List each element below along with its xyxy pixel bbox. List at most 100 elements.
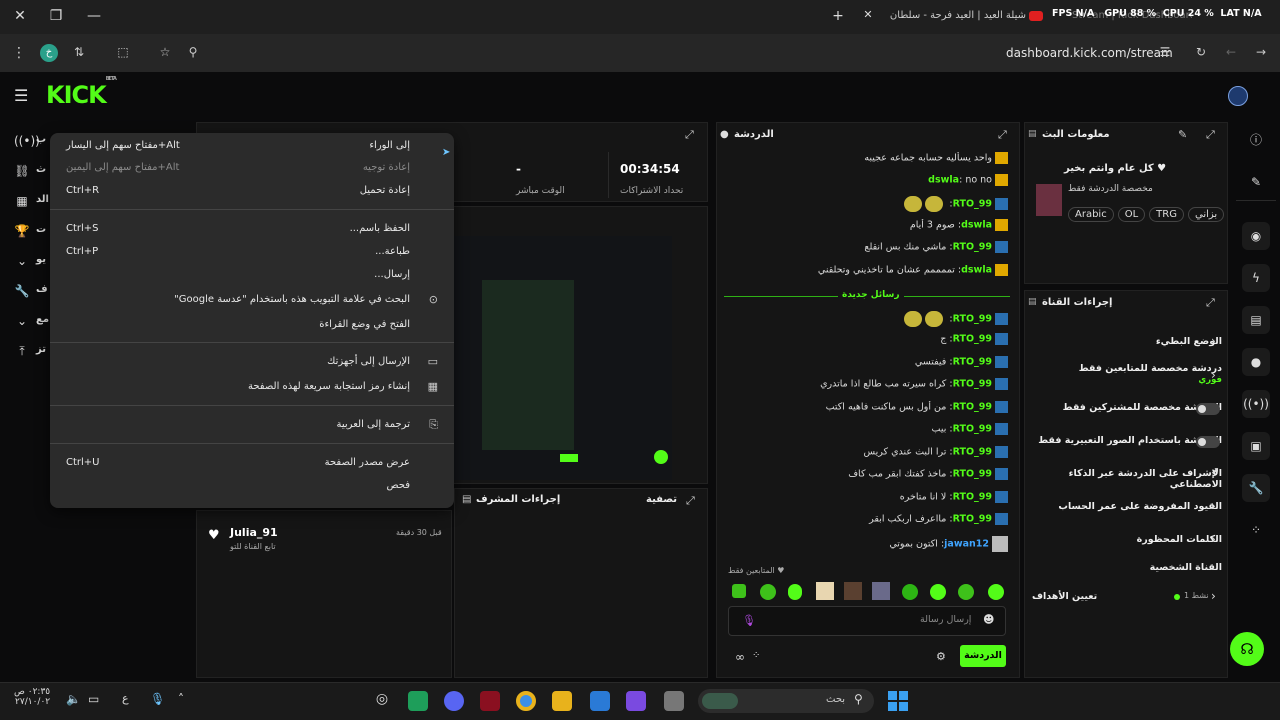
emote-icon[interactable] <box>760 584 776 600</box>
menu-item-inspect[interactable]: فحص <box>50 476 454 498</box>
chevron-right-icon[interactable]: › <box>1211 532 1216 546</box>
menu-item-qr-code[interactable]: ▦ إنشاء رمز استجابة سريعة لهذه الصفحة <box>50 377 454 399</box>
pencil-icon[interactable]: ✎ <box>1242 168 1270 196</box>
minimize-icon[interactable]: — <box>84 8 104 26</box>
emote-icon[interactable] <box>732 584 746 598</box>
settings-gear-icon[interactable]: ⚙ <box>936 650 946 663</box>
rail-label[interactable]: تز <box>36 344 46 355</box>
layout-icon[interactable]: ▣ <box>1242 432 1270 460</box>
chat-username[interactable]: RTO_99 <box>953 357 992 368</box>
chat-username[interactable]: jawan12 <box>944 539 989 550</box>
tag-chip[interactable]: Arabic <box>1068 207 1114 222</box>
zoom-lens-icon[interactable]: ⚲ <box>184 45 202 63</box>
kick-logo[interactable]: KICKBETA <box>46 76 117 109</box>
network-icon[interactable]: ▭ <box>88 692 99 706</box>
menu-item-cast[interactable]: إرسال... <box>50 265 454 287</box>
points-icon[interactable]: ⁘ <box>752 650 760 661</box>
chevron-right-icon[interactable]: › <box>1211 334 1216 348</box>
back-icon[interactable]: → <box>1252 45 1270 63</box>
filter-button[interactable]: تصفية <box>646 494 677 505</box>
broadcast-icon[interactable]: ((•)) <box>1242 390 1270 418</box>
followers-only-row[interactable]: دردشة مخصصة للمتابعين فقط فوري <box>1032 363 1222 385</box>
chat-username[interactable]: RTO_99 <box>953 469 992 480</box>
menu-item-reload[interactable]: إعادة تحميل Ctrl+R <box>50 181 454 203</box>
tab-youtube[interactable]: شيلة العيد | العيد فرحة - سلطان <box>886 10 1026 36</box>
analytics-icon[interactable]: ▦ <box>14 194 30 210</box>
app-red-icon[interactable] <box>480 691 500 711</box>
store-icon[interactable] <box>590 691 610 711</box>
menu-item-forward[interactable]: إعادة توجيه مفتاح سهم إلى اليمين+Alt <box>50 158 454 180</box>
rail-label[interactable]: ث <box>36 164 46 175</box>
file-explorer-icon[interactable] <box>552 691 572 711</box>
emote-icon[interactable] <box>844 582 862 600</box>
chevron-right-icon[interactable]: › <box>1211 368 1216 382</box>
menu-item-print[interactable]: طباعة... Ctrl+P <box>50 242 454 264</box>
support-headset-icon[interactable]: ☊ <box>1230 632 1264 666</box>
reload-icon[interactable]: ↻ <box>1192 45 1210 63</box>
chat-username[interactable]: RTO_99 <box>953 514 992 525</box>
menu-item-back[interactable]: إلى الوراء مفتاح سهم إلى اليسار+Alt <box>50 136 454 158</box>
chevron-right-icon[interactable]: › <box>1211 499 1216 513</box>
menu-kebab-icon[interactable]: ⋮ <box>10 45 28 63</box>
expand-icon[interactable]: ⤢ <box>685 128 694 142</box>
user-avatar[interactable] <box>1228 86 1248 106</box>
copilot-icon[interactable] <box>626 691 646 711</box>
menu-item-translate[interactable]: ⎘ ترجمة إلى العربية <box>50 415 454 437</box>
emote-icon[interactable] <box>872 582 890 600</box>
chat-username[interactable]: RTO_99 <box>953 242 992 253</box>
infinity-icon[interactable]: ∞ <box>735 650 745 664</box>
upload-icon[interactable]: ⤒ <box>14 344 30 360</box>
chat-username[interactable]: RTO_99 <box>953 447 992 458</box>
emote-icon[interactable] <box>902 584 918 600</box>
info-icon[interactable]: ⓘ <box>1242 126 1270 154</box>
rail-label[interactable]: يو <box>36 254 46 265</box>
site-settings-icon[interactable]: ☰ <box>1156 45 1174 63</box>
subscribers-only-toggle[interactable] <box>1196 403 1220 415</box>
volume-icon[interactable]: 🔈 <box>66 692 81 706</box>
banned-words-row[interactable]: الكلمات المحظورة <box>1032 534 1222 545</box>
menu-item-reading-mode[interactable]: الفتح في وضع القراءة <box>50 315 454 337</box>
obs-icon[interactable]: ◎ <box>372 691 392 711</box>
tab-search-icon[interactable]: ⇅ <box>70 45 88 63</box>
rail-label[interactable]: مع <box>36 314 49 325</box>
chat-icon[interactable]: ● <box>1242 348 1270 376</box>
chat-username[interactable]: RTO_99 <box>953 492 992 503</box>
emoji-icon[interactable]: ☻ <box>983 613 994 626</box>
windows-start-icon[interactable] <box>888 691 908 711</box>
expand-icon[interactable]: ⤢ <box>1206 296 1215 310</box>
menu-item-google-lens[interactable]: ⊙ البحث في علامة التبويب هذه باستخدام "عد… <box>50 290 454 312</box>
chat-username[interactable]: RTO_99 <box>953 402 992 413</box>
menu-item-view-source[interactable]: عرض مصدر الصفحة Ctrl+U <box>50 453 454 475</box>
tag-chip[interactable]: OL <box>1117 207 1146 222</box>
chevron-down-icon[interactable]: ⌄ <box>14 254 30 270</box>
rail-label[interactable]: الد <box>36 194 49 205</box>
rail-label[interactable]: ف <box>36 284 48 295</box>
emote-icon[interactable] <box>816 582 834 600</box>
ai-moderation-row[interactable]: الإشراف على الدردشة عبر الذكاء الاصطناعي <box>1032 468 1222 490</box>
expand-icon[interactable]: ⤢ <box>1206 128 1215 142</box>
tag-chip[interactable]: بزاني <box>1187 207 1225 222</box>
taskbar-clock[interactable]: ٠٢:٣٥ ص ٢٧/١٠/٠٢ <box>14 687 50 707</box>
language-indicator[interactable]: ع <box>122 692 129 705</box>
chat-send-button[interactable]: الدردشة <box>960 645 1006 667</box>
emote-icon[interactable] <box>930 584 946 600</box>
set-goals-button[interactable]: تعيين الأهداف <box>1032 591 1097 602</box>
hamburger-menu-icon[interactable]: ☰ <box>14 86 28 105</box>
chevron-up-icon[interactable]: ˄ <box>178 692 184 706</box>
chat-username[interactable]: RTO_99 <box>953 424 992 435</box>
close-icon[interactable]: ✕ <box>10 8 30 26</box>
rail-label[interactable]: ت <box>36 224 46 235</box>
chat-username[interactable]: RTO_99 <box>953 199 992 210</box>
url-field[interactable]: dashboard.kick.com/stream <box>1006 46 1173 60</box>
menu-item-save-as[interactable]: الحفظ باسم... Ctrl+S <box>50 219 454 241</box>
grid-dots-icon[interactable]: ⁘ <box>1242 516 1270 544</box>
broadcast-icon[interactable]: ((•)) <box>14 134 40 150</box>
new-tab-icon[interactable]: + <box>828 8 848 26</box>
chat-username[interactable]: RTO_99 <box>953 334 992 345</box>
rail-label-stream[interactable]: ب <box>36 134 46 145</box>
expand-icon[interactable]: ⤢ <box>686 494 695 508</box>
tag-chip[interactable]: TRG <box>1149 207 1184 222</box>
bookmark-star-icon[interactable]: ☆ <box>156 45 174 63</box>
microphone-icon[interactable]: 🎙 <box>150 692 165 706</box>
expand-icon[interactable]: ⤢ <box>998 128 1007 142</box>
